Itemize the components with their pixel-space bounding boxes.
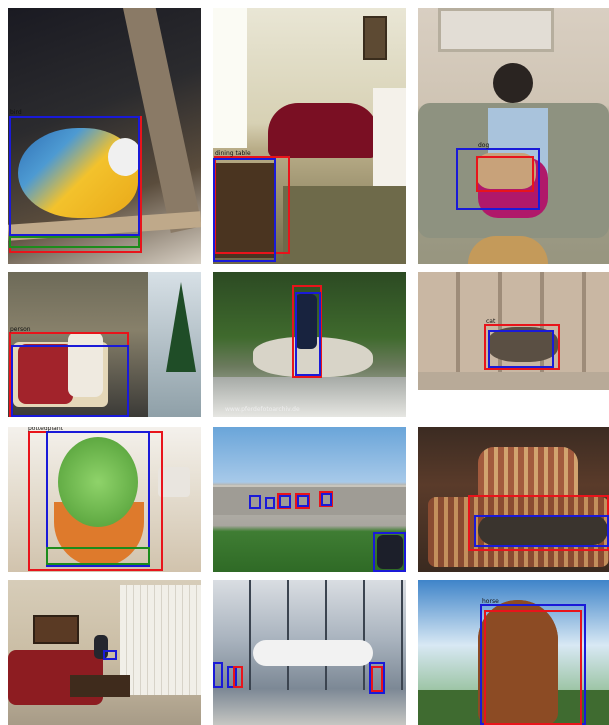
coffee-table (70, 675, 130, 697)
aircraft (253, 640, 373, 666)
panel-label: pottedplant (28, 427, 63, 432)
detection-box-blue (249, 495, 261, 509)
fireplace (373, 88, 406, 198)
panel-label: person (10, 326, 31, 333)
panel-cat-stairs: cat (418, 272, 609, 390)
window (438, 8, 554, 52)
panel-person-couch: person (8, 272, 201, 417)
detection-box-blue (9, 116, 140, 236)
detection-box-blue (279, 495, 291, 508)
person-head (493, 63, 533, 103)
detection-box-blue (295, 292, 321, 376)
panel-pottedplant: pottedplant (8, 427, 201, 572)
detection-box-red (233, 666, 243, 688)
detection-box-blue (297, 495, 309, 507)
panel-person-horse: www.pferdefotoarchiv.de (213, 272, 406, 417)
window (213, 8, 247, 148)
floor (418, 372, 609, 390)
bicycle (377, 535, 403, 569)
detection-box-blue (103, 650, 117, 660)
panel-dog: dog (418, 8, 609, 264)
panel-label: cat (486, 318, 496, 325)
red-chaise (268, 103, 378, 158)
wall-picture (363, 16, 387, 60)
detection-box-blue (474, 515, 609, 547)
detection-results-grid: bird dining table dog person www.pferdef… (0, 0, 609, 725)
detection-box-red (476, 156, 534, 192)
panel-velodrome (213, 427, 406, 572)
detection-box-blue (265, 497, 275, 509)
panel-dining-table: dining table (213, 8, 406, 264)
panel-living-room (8, 580, 201, 725)
armchair-back (478, 447, 578, 502)
blinds (120, 585, 201, 695)
panel-label: dog (478, 142, 490, 149)
detection-box-red (484, 610, 582, 725)
detection-box-blue (321, 493, 332, 506)
detection-box-blue (488, 330, 554, 368)
watermark: www.pferdefotoarchiv.de (225, 406, 300, 413)
wall-painting (33, 615, 79, 644)
rug (283, 186, 406, 264)
panel-bird: bird (8, 8, 201, 264)
panel-horse: horse (418, 580, 609, 725)
panel-label: dining table (215, 150, 251, 157)
detection-box-blue (213, 158, 276, 262)
basket (468, 236, 548, 264)
detection-box-green (46, 547, 150, 565)
detection-box-blue (213, 662, 223, 688)
panel-label: horse (482, 598, 499, 605)
panel-cat-sofa (418, 427, 609, 572)
detection-box-green (9, 236, 140, 248)
panel-glass-building (213, 580, 406, 725)
detection-box-blue (11, 345, 129, 417)
panel-label: bird (10, 109, 22, 116)
detection-box-red (371, 666, 383, 692)
